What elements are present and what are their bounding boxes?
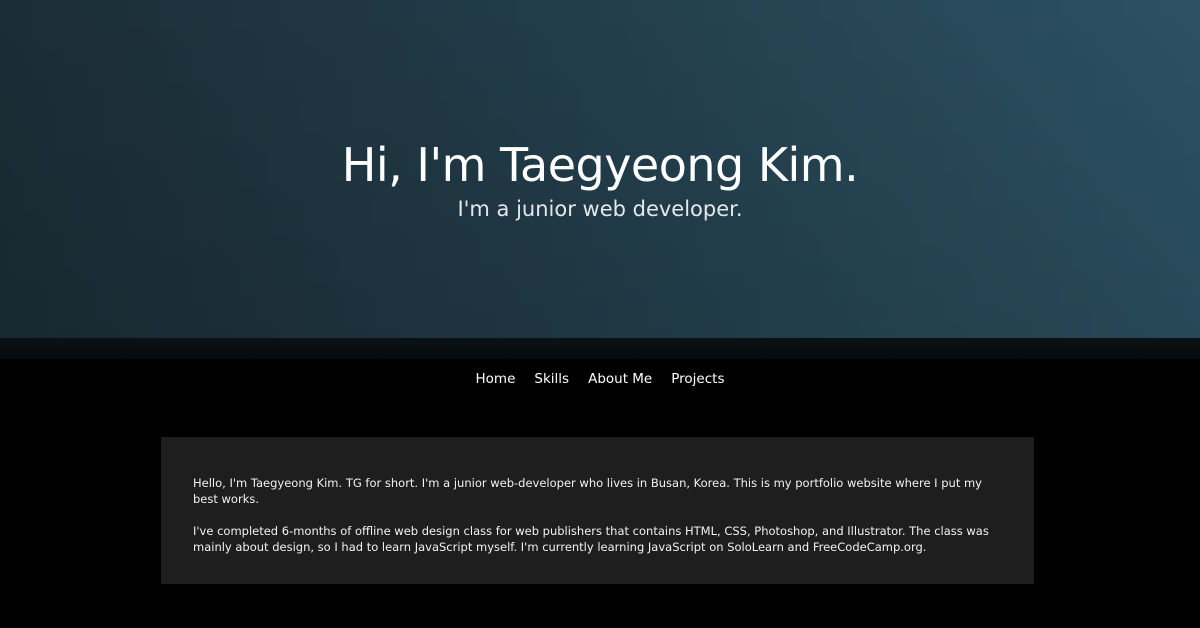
- about-paragraph-education: I've completed 6-months of offline web d…: [193, 524, 989, 554]
- nav-link-home[interactable]: Home: [476, 371, 516, 387]
- nav-link-projects[interactable]: Projects: [671, 371, 724, 387]
- nav-item-projects: Projects: [671, 368, 724, 387]
- hero-banner: Hi, I'm Taegyeong Kim. I'm a junior web …: [0, 0, 1200, 338]
- nav-link-skills[interactable]: Skills: [534, 371, 569, 387]
- hero-title: Hi, I'm Taegyeong Kim.: [341, 138, 859, 192]
- hero-subtitle: I'm a junior web developer.: [457, 197, 743, 221]
- nav-item-home: Home: [476, 368, 516, 387]
- nav-item-skills: Skills: [534, 368, 569, 387]
- nav-item-about-me: About Me: [588, 368, 652, 387]
- nav-link-about-me[interactable]: About Me: [588, 371, 652, 387]
- about-paragraph-intro: Hello, I'm Taegyeong Kim. TG for short. …: [193, 476, 982, 506]
- main-navigation: Home Skills About Me Projects: [0, 338, 1200, 418]
- nav-list: Home Skills About Me Projects: [0, 368, 1200, 387]
- about-card: Hello, I'm Taegyeong Kim. TG for short. …: [161, 437, 1034, 584]
